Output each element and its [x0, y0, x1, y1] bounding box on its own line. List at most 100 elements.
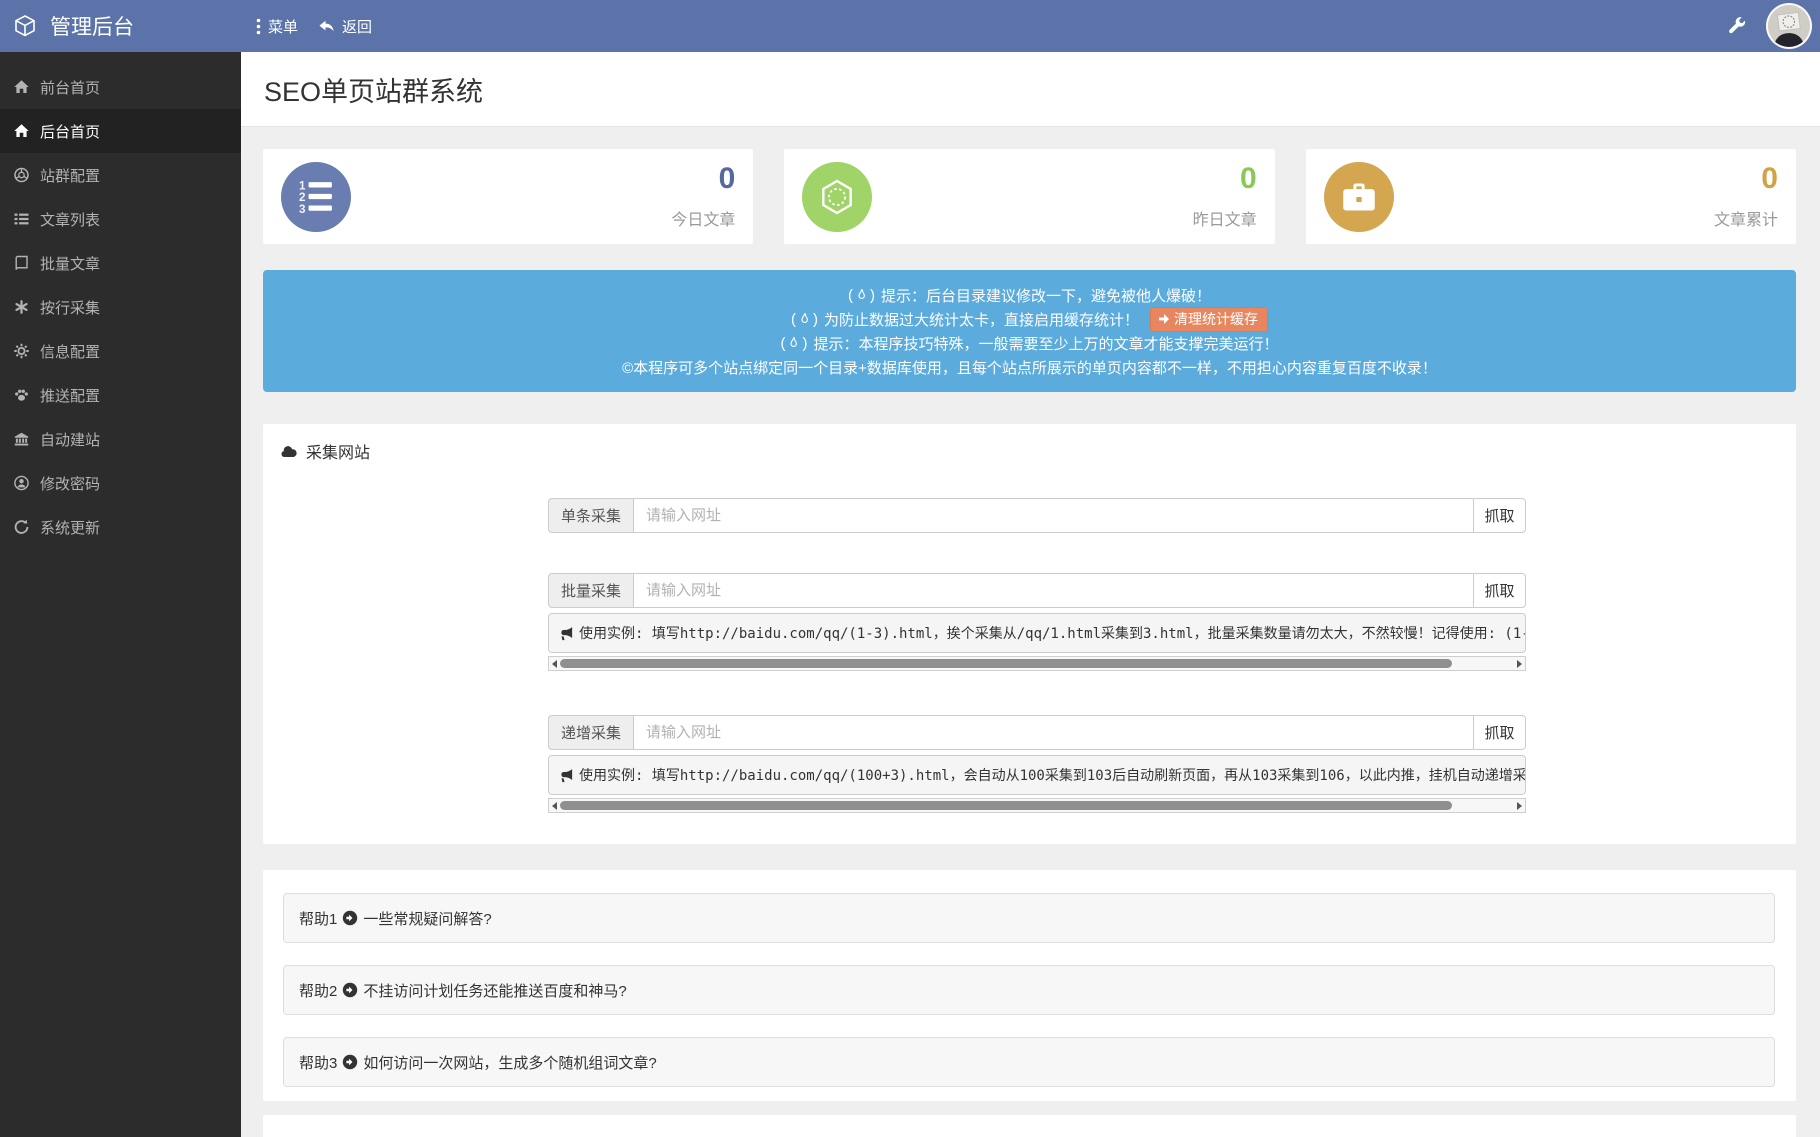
stat-card-total: 0 文章累计 — [1306, 149, 1796, 244]
sidebar-item-push-config[interactable]: 推送配置 — [0, 373, 241, 417]
alert-line: ©本程序可多个站点绑定同一个目录+数据库使用，且每个站点所展示的单页内容都不一样… — [263, 355, 1796, 379]
book-icon — [13, 255, 30, 271]
menu-toggle[interactable]: 菜单 — [256, 16, 298, 37]
paw-icon — [13, 387, 30, 403]
stat-card-yesterday: 0 昨日文章 — [784, 149, 1274, 244]
scrollbar-thumb[interactable] — [560, 801, 1452, 810]
bank-icon — [13, 431, 30, 447]
alert-line: ( ) 为防止数据过大统计太卡，直接启用缓存统计！ 清理统计缓存 — [263, 307, 1796, 331]
increment-help-text: 使用实例: 填写http://baidu.com/qq/(100+3).html… — [548, 755, 1526, 795]
sidebar: 前台首页 后台首页 站群配置 文章列表 批量文章 — [0, 52, 241, 1137]
sidebar-item-admin-home[interactable]: 后台首页 — [0, 109, 241, 153]
header-right — [1728, 3, 1820, 49]
cube-icon — [13, 14, 37, 38]
sidebar-item-label: 系统更新 — [40, 517, 100, 538]
scroll-left-arrow[interactable] — [552, 802, 557, 810]
sidebar-item-label: 后台首页 — [40, 121, 100, 142]
sidebar-item-front-home[interactable]: 前台首页 — [0, 65, 241, 109]
back-button[interactable]: 返回 — [318, 16, 372, 37]
sidebar-item-label: 文章列表 — [40, 209, 100, 230]
user-avatar[interactable] — [1766, 3, 1812, 49]
arrow-circle-right-icon — [342, 982, 358, 998]
help-question: 不挂访问计划任务还能推送百度和神马? — [363, 980, 626, 1001]
paren: ( — [848, 287, 853, 304]
paren: ( — [780, 335, 785, 352]
alert-text: 提示：后台目录建议修改一下，避免被他人爆破！ — [881, 285, 1211, 306]
sidebar-item-label: 信息配置 — [40, 341, 100, 362]
increment-grab-button[interactable]: 抓取 — [1473, 715, 1526, 750]
topnav: 菜单 返回 — [241, 16, 372, 37]
help-item-2[interactable]: 帮助2 不挂访问计划任务还能推送百度和神马? — [283, 965, 1775, 1015]
brand-label: 管理后台 — [50, 11, 134, 41]
ellipsis-v-icon — [256, 18, 261, 35]
user-circle-icon — [13, 475, 30, 491]
sidebar-item-change-password[interactable]: 修改密码 — [0, 461, 241, 505]
help-item-1[interactable]: 帮助1 一些常规疑问解答? — [283, 893, 1775, 943]
stat-value: 0 — [1193, 164, 1257, 194]
help-question: 一些常规疑问解答? — [363, 908, 491, 929]
brand[interactable]: 管理后台 — [0, 11, 241, 41]
bullhorn-icon — [559, 768, 574, 783]
content-header: SEO单页站群系统 — [241, 52, 1820, 127]
increment-collect-input[interactable] — [633, 715, 1474, 750]
alert-text: 提示：本程序技巧特殊，一般需要至少上万的文章才能支撑完美运行！ — [813, 333, 1278, 354]
stat-cards: 123 0 今日文章 — [263, 149, 1796, 244]
scroll-right-arrow[interactable] — [1517, 802, 1522, 810]
scroll-right-arrow[interactable] — [1517, 660, 1522, 668]
sidebar-item-label: 批量文章 — [40, 253, 100, 274]
alert-line: ( ) 提示：本程序技巧特殊，一般需要至少上万的文章才能支撑完美运行！ — [263, 331, 1796, 355]
batch-help-label: 使用实例: 填写http://baidu.com/qq/(1-3).html，挨… — [579, 623, 1526, 643]
single-collect-label: 单条采集 — [548, 498, 633, 533]
sidebar-item-label: 自动建站 — [40, 429, 100, 450]
wrench-icon[interactable] — [1728, 17, 1746, 35]
arrow-right-icon — [1158, 313, 1170, 325]
stat-label: 昨日文章 — [1193, 206, 1257, 230]
flame-icon — [798, 312, 811, 327]
horizontal-scrollbar[interactable] — [548, 656, 1526, 671]
single-collect-input[interactable] — [633, 498, 1474, 533]
sidebar-item-article-list[interactable]: 文章列表 — [0, 197, 241, 241]
clear-cache-button[interactable]: 清理统计缓存 — [1150, 307, 1268, 332]
menu-toggle-label: 菜单 — [268, 16, 298, 37]
back-label: 返回 — [342, 16, 372, 37]
paren: ) — [802, 335, 807, 352]
alert-text: 为防止数据过大统计太卡，直接启用缓存统计！ — [824, 309, 1139, 330]
scrollbar-thumb[interactable] — [560, 659, 1452, 668]
paren: ( — [791, 311, 796, 328]
asterisk-icon — [13, 299, 30, 315]
sidebar-item-batch-articles[interactable]: 批量文章 — [0, 241, 241, 285]
clear-cache-label: 清理统计缓存 — [1174, 309, 1258, 329]
sidebar-item-line-collect[interactable]: 按行采集 — [0, 285, 241, 329]
sidebar-item-system-update[interactable]: 系统更新 — [0, 505, 241, 549]
collect-panel-header: 采集网站 — [263, 424, 1796, 476]
scroll-left-arrow[interactable] — [552, 660, 557, 668]
paren: ) — [870, 287, 875, 304]
flame-icon — [787, 336, 800, 351]
batch-collect-input[interactable] — [633, 573, 1474, 608]
collect-panel-title: 采集网站 — [306, 439, 370, 463]
single-grab-button[interactable]: 抓取 — [1473, 498, 1526, 533]
horizontal-scrollbar[interactable] — [548, 798, 1526, 813]
stat-value: 0 — [671, 164, 735, 194]
sidebar-item-sites-config[interactable]: 站群配置 — [0, 153, 241, 197]
alert-line: ( ) 提示：后台目录建议修改一下，避免被他人爆破！ — [263, 283, 1796, 307]
sidebar-item-info-config[interactable]: 信息配置 — [0, 329, 241, 373]
sidebar-item-label: 修改密码 — [40, 473, 100, 494]
sidebar-item-label: 按行采集 — [40, 297, 100, 318]
arrow-circle-right-icon — [342, 910, 358, 926]
alert-text: ©本程序可多个站点绑定同一个目录+数据库使用，且每个站点所展示的单页内容都不一样… — [622, 357, 1437, 378]
svg-text:3: 3 — [299, 202, 306, 213]
home-icon — [13, 79, 30, 95]
hexagon-badge-icon — [802, 162, 872, 232]
help-prefix: 帮助1 — [299, 908, 337, 929]
sidebar-item-auto-build[interactable]: 自动建站 — [0, 417, 241, 461]
help-item-3[interactable]: 帮助3 如何访问一次网站，生成多个随机组词文章? — [283, 1037, 1775, 1087]
single-collect-group: 单条采集 抓取 — [548, 498, 1526, 533]
batch-collect-group: 批量采集 抓取 — [548, 573, 1526, 608]
sidebar-item-label: 推送配置 — [40, 385, 100, 406]
chrome-icon — [13, 167, 30, 183]
reply-arrow-icon — [318, 18, 335, 34]
list-icon — [13, 211, 30, 227]
page-title: SEO单页站群系统 — [264, 70, 483, 109]
batch-grab-button[interactable]: 抓取 — [1473, 573, 1526, 608]
